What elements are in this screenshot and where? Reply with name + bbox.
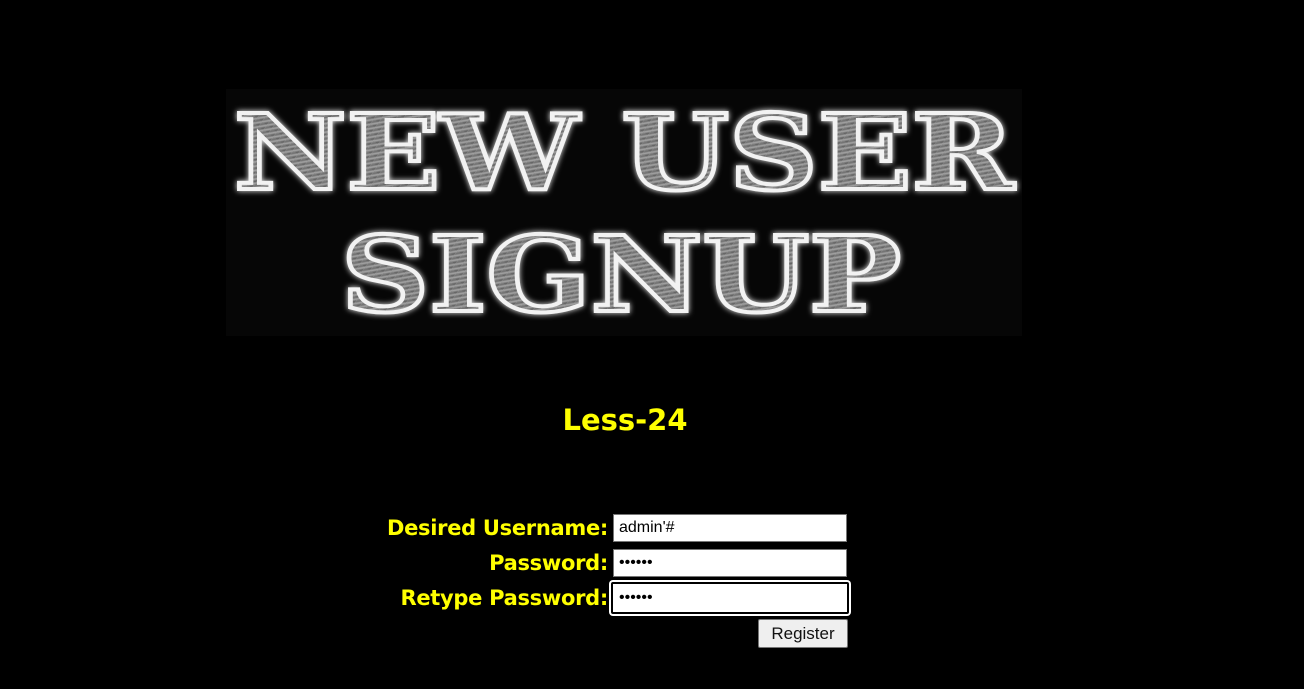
username-row: Desired Username: (380, 513, 860, 543)
password-row: Password: (380, 548, 860, 578)
username-input[interactable] (613, 514, 847, 542)
lesson-title: Less-24 (562, 403, 688, 437)
banner-line-2: SIGNUP (341, 213, 901, 336)
retype-password-row: Retype Password: (380, 582, 860, 614)
banner-line-1: NEW USER (234, 91, 1016, 214)
retype-password-input[interactable] (611, 582, 849, 614)
username-label: Desired Username: (386, 516, 608, 540)
banner-graphic: NEW USER SIGNUP (232, 89, 1018, 336)
signup-page: NEW USER SIGNUP Less-24 Desired Username… (0, 0, 1304, 689)
password-label: Password: (489, 551, 608, 575)
password-input[interactable] (613, 549, 847, 577)
register-button[interactable]: Register (758, 619, 848, 648)
new-user-signup-banner: NEW USER SIGNUP (226, 89, 1022, 336)
retype-password-label: Retype Password: (400, 586, 608, 610)
